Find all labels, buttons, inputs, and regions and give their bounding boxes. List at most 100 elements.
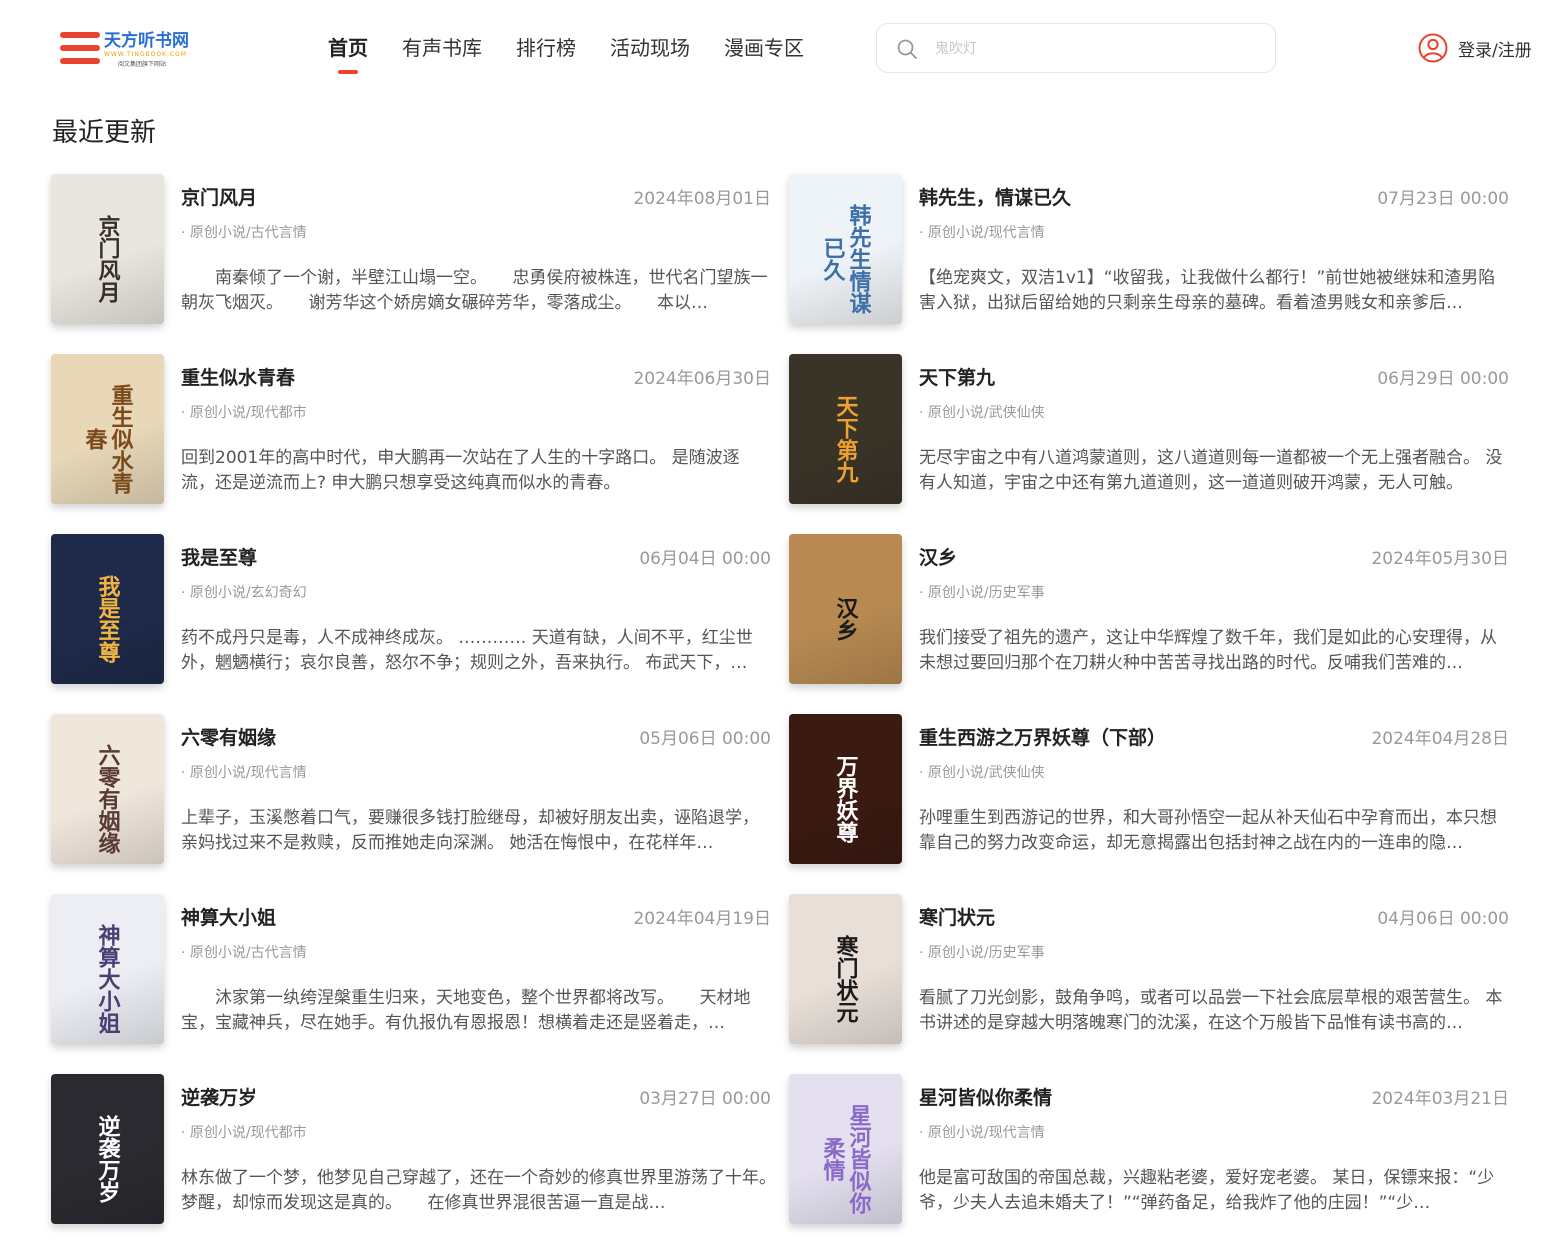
book-category: · 原创小说/历史军事 [919,585,1045,601]
book-cover[interactable]: 天下第九 [789,354,902,504]
book-category: · 原创小说/现代言情 [181,765,307,781]
section-title: 最近更新 [52,118,157,148]
book-title[interactable]: 京门风月 [181,183,257,210]
book-cover-title: 京门风月 [94,215,121,303]
user-icon [1418,33,1448,63]
book-category: · 原创小说/武侠仙侠 [919,765,1045,781]
book-category: · 原创小说/现代都市 [181,1125,307,1141]
book-title[interactable]: 韩先生，情谋已久 [919,183,1071,210]
book-card[interactable]: 汉乡 汉乡 2024年05月30日 · 原创小说/历史军事 我们接受了祖先的遗产，这让中… [789,534,1509,684]
book-description: 沐家第一纨绔涅槃重生归来，天地变色，整个世界都将改写。 天材地宝，宝藏神兵，尽在… [181,988,751,1033]
site-logo[interactable]: 天方听书网 WWW.TINGBOOK.COM 阅文集团旗下网站 [60,26,192,70]
book-description: 我们接受了祖先的遗产，这让中华辉煌了数千年，我们是如此的心安理得，从未想过要回归… [919,628,1497,673]
book-update-date: 2024年04月28日 [1371,729,1509,749]
book-cover[interactable]: 韩先生情谋已久 [789,174,902,324]
book-cover[interactable]: 重生似水青春 [51,354,164,504]
nav-item-home[interactable]: 首页 [328,34,368,74]
book-update-date: 06月29日 00:00 [1377,369,1509,389]
book-card[interactable]: 万界妖尊 重生西游之万界妖尊（下部） 2024年04月28日 · 原创小说/武侠仙侠孙… [789,714,1509,864]
book-update-date: 2024年03月21日 [1371,1089,1509,1109]
book-category: · 原创小说/古代言情 [181,945,307,961]
book-cover[interactable]: 星河皆似你柔情 [789,1074,902,1224]
book-description: 回到2001年的高中时代，申大鹏再一次站在了人生的十字路口。 是随波逐流，还是逆… [181,448,740,493]
book-card[interactable]: 京门风月 京门风月 2024年08月01日 · 原创小说/古代言情 南秦倾了一个谢，半… [51,174,771,324]
book-card[interactable]: 寒门状元 寒门状元 04月06日 00:00 · 原创小说/历史军事 看腻了刀光剑影，鼓… [789,894,1509,1044]
book-update-date: 04月06日 00:00 [1377,909,1509,929]
book-description: 上辈子，玉溪憋着口气，要赚很多钱打脸继母，却被好朋友出卖，诬陷退学，亲妈找过来不… [181,808,759,853]
book-cover[interactable]: 六零有姻缘 [51,714,164,864]
book-cover[interactable]: 神算大小姐 [51,894,164,1044]
book-update-date: 2024年06月30日 [633,369,771,389]
main-nav: 首页 有声书库 排行榜 活动现场 漫画专区 [328,34,838,78]
book-cover[interactable]: 逆袭万岁 [51,1074,164,1224]
book-category: · 原创小说/玄幻奇幻 [181,585,307,601]
book-update-date: 07月23日 00:00 [1377,189,1509,209]
book-card[interactable]: 我是至尊 我是至尊 06月04日 00:00 · 原创小说/玄幻奇幻 药不成丹只是毒，人… [51,534,771,684]
login-label: 登录/注册 [1458,40,1532,61]
book-cover[interactable]: 万界妖尊 [789,714,902,864]
book-category: · 原创小说/现代言情 [919,225,1045,241]
book-card[interactable]: 天下第九 天下第九 06月29日 00:00 · 原创小说/武侠仙侠 无尽宇宙之中有八道… [789,354,1509,504]
book-cover-title: 重生似水青春 [81,384,134,494]
logo-tagline: 阅文集团旗下网站 [118,61,167,68]
book-category: · 原创小说/现代都市 [181,405,307,421]
logo-title: 天方听书网 [104,31,189,51]
search-input[interactable] [935,36,1255,62]
book-cover-title: 天下第九 [832,395,859,483]
book-category: · 原创小说/武侠仙侠 [919,405,1045,421]
book-cover[interactable]: 寒门状元 [789,894,902,1044]
book-title[interactable]: 重生西游之万界妖尊（下部） [919,723,1166,750]
book-description: 南秦倾了一个谢，半壁江山塌一空。 忠勇侯府被株连，世代名门望族一朝灰飞烟灭。 谢… [181,268,768,313]
book-cover-title: 逆袭万岁 [94,1115,121,1203]
book-cover[interactable]: 我是至尊 [51,534,164,684]
logo-url: WWW.TINGBOOK.COM [104,51,187,58]
book-category: · 原创小说/现代言情 [919,1125,1045,1141]
book-update-date: 05月06日 00:00 [639,729,771,749]
book-description: 孙哩重生到西游记的世界，和大哥孙悟空一起从补天仙石中孕育而出，本只想靠自己的努力… [919,808,1497,853]
book-description: 林东做了一个梦，他梦见自己穿越了，还在一个奇妙的修真世界里游荡了十年。 梦醒，却… [181,1168,771,1213]
book-cover-title: 六零有姻缘 [94,744,121,854]
book-category: · 原创小说/古代言情 [181,225,307,241]
book-title[interactable]: 寒门状元 [919,903,995,930]
book-cover-title: 汉乡 [832,597,859,641]
book-card[interactable]: 神算大小姐 神算大小姐 2024年04月19日 · 原创小说/古代言情 沐家第一纨绔涅… [51,894,771,1044]
login-button[interactable]: 登录/注册 [1418,32,1532,64]
nav-item-rankings[interactable]: 排行榜 [516,34,576,74]
book-title[interactable]: 汉乡 [919,543,957,570]
book-cover-title: 万界妖尊 [832,755,859,843]
book-title[interactable]: 神算大小姐 [181,903,276,930]
book-card[interactable]: 重生似水青春 重生似水青春 2024年06月30日 · 原创小说/现代都市 回到2001… [51,354,771,504]
book-cover-title: 我是至尊 [94,575,121,663]
nav-item-comics[interactable]: 漫画专区 [724,34,804,74]
book-card[interactable]: 逆袭万岁 逆袭万岁 03月27日 00:00 · 原创小说/现代都市 林东做了一个梦，他… [51,1074,771,1224]
book-title[interactable]: 六零有姻缘 [181,723,276,750]
search-box[interactable] [876,23,1276,73]
book-cover-title: 星河皆似你柔情 [819,1104,872,1214]
search-icon[interactable] [897,39,917,59]
book-card[interactable]: 星河皆似你柔情 星河皆似你柔情 2024年03月21日 · 原创小说/现代言情 他是富可… [789,1074,1509,1224]
book-title[interactable]: 天下第九 [919,363,995,390]
nav-item-audiobook-library[interactable]: 有声书库 [402,34,482,74]
book-cover-title: 寒门状元 [832,935,859,1023]
book-update-date: 2024年08月01日 [633,189,771,209]
nav-item-events[interactable]: 活动现场 [610,34,690,74]
book-update-date: 2024年05月30日 [1371,549,1509,569]
book-cover-title: 韩先生情谋已久 [819,204,872,314]
book-update-date: 06月04日 00:00 [639,549,771,569]
book-cover[interactable]: 汉乡 [789,534,902,684]
book-card[interactable]: 六零有姻缘 六零有姻缘 05月06日 00:00 · 原创小说/现代言情 上辈子，玉溪憋… [51,714,771,864]
book-update-date: 2024年04月19日 [633,909,771,929]
book-category: · 原创小说/历史军事 [919,945,1045,961]
book-title[interactable]: 我是至尊 [181,543,257,570]
book-title[interactable]: 重生似水青春 [181,363,295,390]
book-cover[interactable]: 京门风月 [51,174,164,324]
book-title[interactable]: 星河皆似你柔情 [919,1083,1052,1110]
book-title[interactable]: 逆袭万岁 [181,1083,257,1110]
book-cover-title: 神算大小姐 [94,924,121,1034]
book-card[interactable]: 韩先生情谋已久 韩先生，情谋已久 07月23日 00:00 · 原创小说/现代言情【绝… [789,174,1509,324]
logo-mark-icon [60,30,100,66]
book-description: 他是富可敌国的帝国总裁，兴趣粘老婆，爱好宠老婆。 某日，保镖来报：“少爷，少夫人… [919,1168,1495,1213]
book-description: 【绝宠爽文，双洁1v1】“收留我，让我做什么都行！”前世她被继妹和渣男陷害入狱，… [919,268,1496,313]
book-description: 看腻了刀光剑影，鼓角争鸣，或者可以品尝一下社会底层草根的艰苦营生。 本书讲述的是… [919,988,1503,1033]
book-update-date: 03月27日 00:00 [639,1089,771,1109]
